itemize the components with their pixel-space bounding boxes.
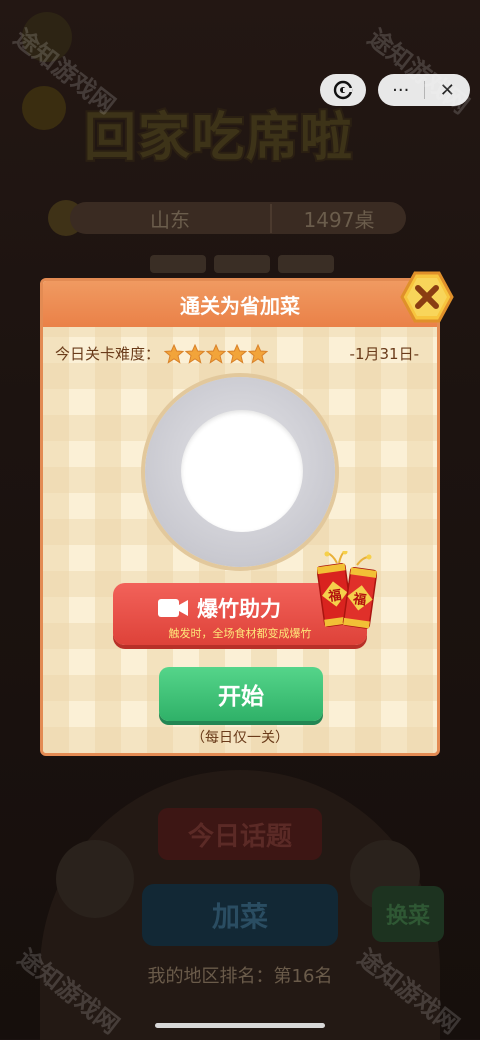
level-modal: 通关为省加菜 今日关卡难度： -1月31日- 爆竹助力 触发时，全场食材都变成爆… bbox=[40, 278, 440, 756]
bg-chip bbox=[214, 255, 270, 273]
plate-center bbox=[181, 410, 303, 532]
bg-chip bbox=[150, 255, 206, 273]
start-button[interactable]: 开始 bbox=[159, 667, 323, 721]
video-icon bbox=[158, 599, 188, 617]
level-date: -1月31日- bbox=[349, 345, 419, 363]
home-icon bbox=[333, 80, 353, 100]
difficulty-row: 今日关卡难度： bbox=[55, 343, 269, 364]
game-title: 回家吃席啦 bbox=[82, 106, 355, 170]
more-icon: ··· bbox=[392, 79, 410, 101]
swap-dish-button[interactable]: 换菜 bbox=[372, 886, 444, 942]
bg-chip bbox=[278, 255, 334, 273]
modal-title: 通关为省加菜 bbox=[43, 281, 437, 327]
daily-limit-note: （每日仅一关） bbox=[191, 730, 289, 746]
home-button[interactable] bbox=[320, 74, 366, 106]
region-name: 山东 bbox=[150, 207, 190, 232]
firecracker-label: 爆竹助力 bbox=[197, 597, 281, 621]
close-modal-button[interactable] bbox=[400, 270, 454, 324]
cracker-char: 福 bbox=[326, 587, 342, 605]
star-icon bbox=[206, 343, 227, 364]
firecracker-icon: 福 福 bbox=[317, 551, 377, 629]
coin-icon bbox=[22, 86, 66, 130]
region-bar: 山东 1497桌 bbox=[70, 202, 406, 234]
difficulty-stars bbox=[164, 343, 269, 364]
star-icon bbox=[164, 343, 185, 364]
today-topic-button[interactable]: 今日话题 bbox=[158, 808, 322, 860]
difficulty-label: 今日关卡难度： bbox=[55, 345, 161, 363]
side-avatar bbox=[56, 840, 134, 918]
star-icon bbox=[185, 343, 206, 364]
star-icon bbox=[248, 343, 269, 364]
star-icon bbox=[227, 343, 248, 364]
plate bbox=[145, 377, 335, 567]
region-count: 1497桌 bbox=[270, 203, 406, 233]
add-dish-button[interactable]: 加菜 bbox=[142, 884, 338, 946]
cracker-char: 福 bbox=[351, 591, 367, 609]
home-indicator[interactable] bbox=[155, 1023, 325, 1028]
